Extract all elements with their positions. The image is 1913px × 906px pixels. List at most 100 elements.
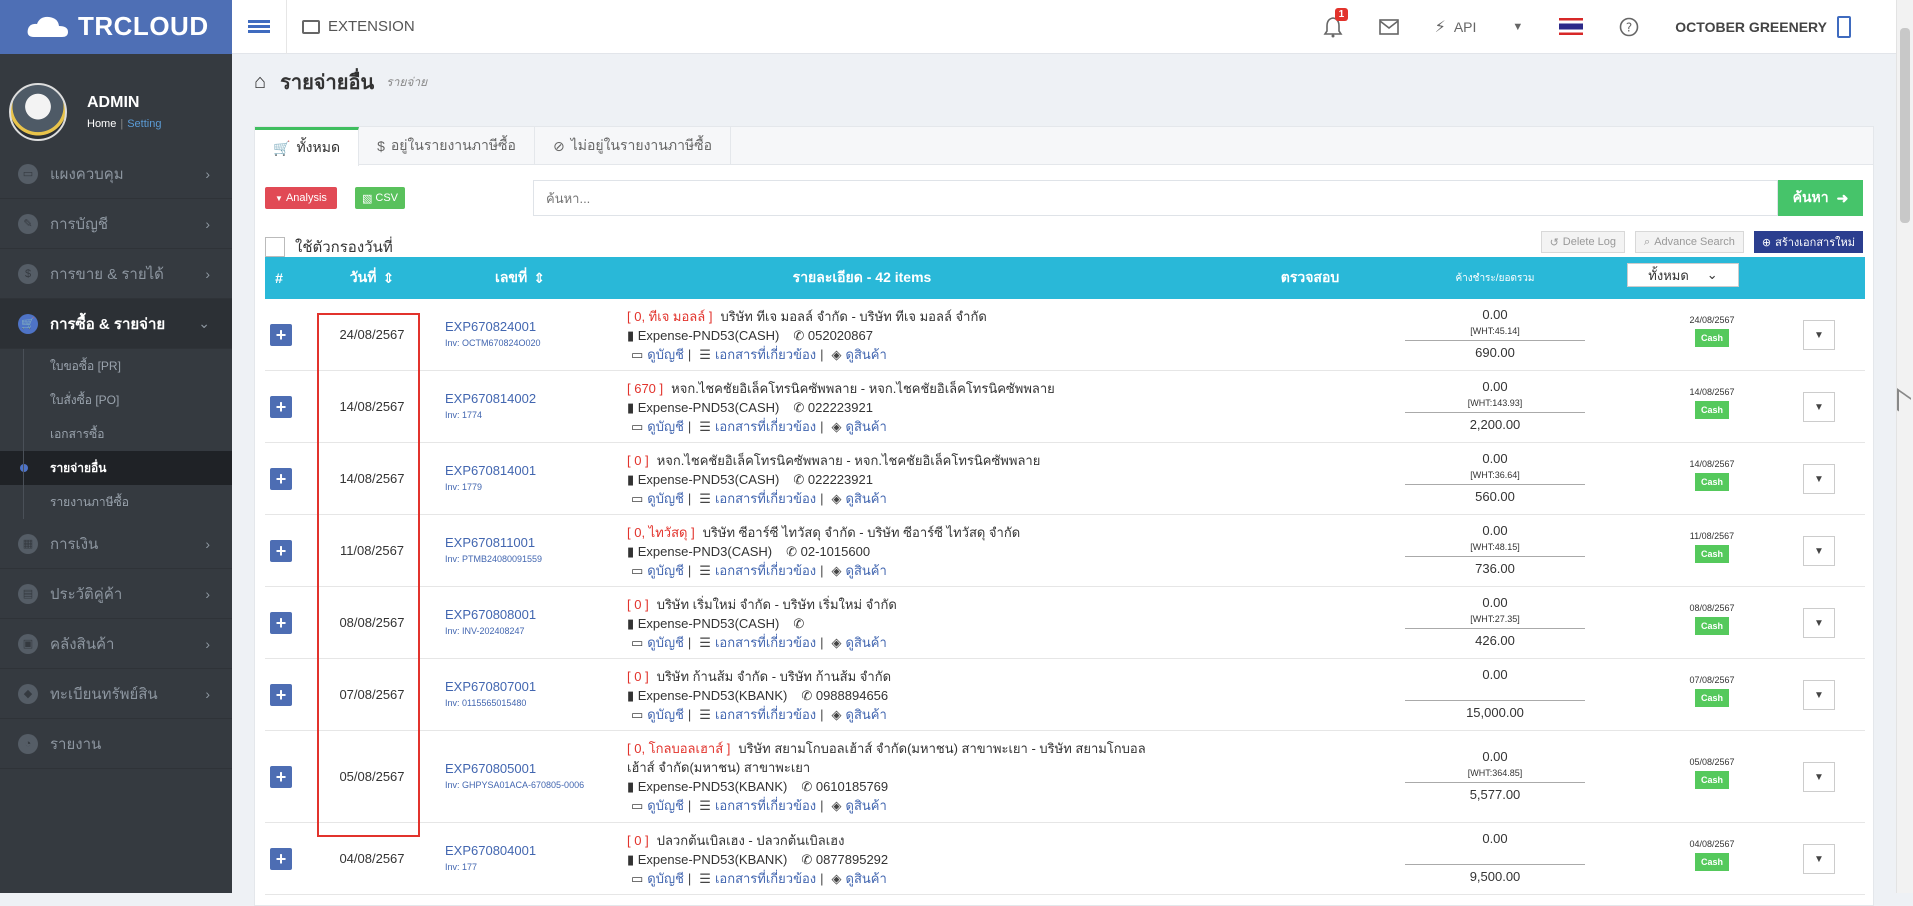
sidebar-item-label: การบัญชี [50,215,109,233]
view-account-link[interactable]: ดูบัญชี [647,347,684,362]
col-docno[interactable]: เลขที่ ⇕ [445,257,595,299]
sidebar-subitem-pr[interactable]: ใบขอซื้อ [PR] [0,349,232,383]
invoice-number: Inv: PTMB24080091559 [445,554,543,564]
doc-number-link[interactable]: EXP670804001 [445,843,595,858]
sidebar-item-dashboard[interactable]: ▭ แผงควบคุม › [0,149,232,199]
status-filter-select[interactable]: ทั้งหมด ⌄ [1627,263,1739,287]
related-docs-link[interactable]: เอกสารที่เกี่ยวข้อง [715,347,816,362]
related-docs-link[interactable]: เอกสารที่เกี่ยวข้อง [715,419,816,434]
view-account-link[interactable]: ดูบัญชี [647,491,684,506]
view-goods-link[interactable]: ดูสินค้า [846,871,887,886]
advance-search-button[interactable]: ⌕ Advance Search [1635,231,1744,253]
delete-log-button[interactable]: ↺ Delete Log [1540,231,1626,253]
list-icon: ☰ [699,418,711,434]
table-body: +24/08/2567 EXP670824001 Inv: OCTM670824O0… [265,299,1865,895]
sidebar-item-purchases[interactable]: 🛒 การซื้อ & รายจ่าย ⌄ [0,299,232,349]
expand-row-button[interactable]: + [270,684,292,706]
home-icon[interactable]: ⌂ [254,71,266,94]
row-actions-dropdown[interactable]: ▼ [1803,536,1835,566]
expand-row-button[interactable]: + [270,612,292,634]
related-docs-link[interactable]: เอกสารที่เกี่ยวข้อง [715,798,816,813]
search-input[interactable] [533,180,1778,216]
extension-button[interactable]: EXTENSION [287,0,415,54]
doc-number-link[interactable]: EXP670824001 [445,319,595,334]
caret-down-icon: ▼ [1814,689,1824,701]
sidebar-item-accounting[interactable]: ✎ การบัญชี › [0,199,232,249]
page-scrollbar[interactable] [1896,0,1913,893]
date-filter-checkbox[interactable] [265,237,285,257]
sidebar-subitem-tax-report[interactable]: รายงานภาษีซื้อ [0,485,232,519]
doc-number-link[interactable]: EXP670814002 [445,391,595,406]
sidebar-item-assets[interactable]: ◆ ทะเบียนทรัพย์สิน › [0,669,232,719]
view-account-link[interactable]: ดูบัญชี [647,563,684,578]
related-docs-link[interactable]: เอกสารที่เกี่ยวข้อง [715,491,816,506]
language-button[interactable] [1541,0,1601,54]
menu-toggle-button[interactable] [232,0,287,54]
row-actions-dropdown[interactable]: ▼ [1803,762,1835,792]
tab-not-in-tax-report[interactable]: ⊘ ไม่อยู่ในรายงานภาษีซื้อ [535,127,732,165]
view-account-link[interactable]: ดูบัญชี [647,419,684,434]
sidebar-item-contacts[interactable]: ▤ ประวัติคู่ค้า › [0,569,232,619]
doc-number-link[interactable]: EXP670814001 [445,463,595,478]
col-date[interactable]: วันที่ ⇕ [313,257,431,299]
sidebar-item-sales[interactable]: $ การขาย & รายได้ › [0,249,232,299]
analysis-button[interactable]: ▼ Analysis [265,187,337,209]
view-goods-link[interactable]: ดูสินค้า [846,419,887,434]
api-button[interactable]: ⚡ API [1417,0,1495,54]
search-button[interactable]: ค้นหา ➜ [1778,180,1863,216]
expand-row-button[interactable]: + [270,396,292,418]
api-dropdown[interactable]: ▼ [1494,0,1541,54]
scrollbar-thumb[interactable] [1900,28,1910,223]
status-filter-value: ทั้งหมด [1648,267,1689,283]
view-goods-link[interactable]: ดูสินค้า [846,798,887,813]
doc-number-link[interactable]: EXP670807001 [445,679,595,694]
delete-log-label: Delete Log [1562,236,1617,248]
sidebar-item-reports[interactable]: ◔ รายงาน [0,719,232,769]
help-button[interactable]: ? [1601,0,1657,54]
sidebar-subitem-purchase-docs[interactable]: เอกสารซื้อ [0,417,232,451]
notifications-button[interactable]: 1 [1305,0,1361,54]
row-actions-dropdown[interactable]: ▼ [1803,392,1835,422]
view-account-link[interactable]: ดูบัญชี [647,871,684,886]
row-actions-dropdown[interactable]: ▼ [1803,464,1835,494]
related-docs-link[interactable]: เอกสารที่เกี่ยวข้อง [715,707,816,722]
tab-all[interactable]: 🛒 ทั้งหมด [255,127,360,166]
view-account-link[interactable]: ดูบัญชี [647,798,684,813]
view-goods-link[interactable]: ดูสินค้า [846,563,887,578]
related-docs-link[interactable]: เอกสารที่เกี่ยวข้อง [715,563,816,578]
sidebar-subitem-po[interactable]: ใบสั่งซื้อ [PO] [0,383,232,417]
row-actions-dropdown[interactable]: ▼ [1803,680,1835,710]
company-selector[interactable]: OCTOBER GREENERY [1657,0,1896,54]
view-goods-link[interactable]: ดูสินค้า [846,491,887,506]
expand-row-button[interactable]: + [270,468,292,490]
doc-number-link[interactable]: EXP670808001 [445,607,595,622]
expand-row-button[interactable]: + [270,766,292,788]
sidebar-item-finance[interactable]: ▦ การเงิน › [0,519,232,569]
tab-in-tax-report[interactable]: $ อยู่ในรายงานภาษีซื้อ [359,127,535,165]
sidebar-subitem-other-expenses[interactable]: รายจ่ายอื่น [0,451,232,485]
view-account-link[interactable]: ดูบัญชี [647,707,684,722]
row-actions-dropdown[interactable]: ▼ [1803,844,1835,874]
logo[interactable]: TRCLOUD [0,0,232,54]
view-goods-link[interactable]: ดูสินค้า [846,347,887,362]
view-goods-link[interactable]: ดูสินค้า [846,635,887,650]
view-account-link[interactable]: ดูบัญชี [647,635,684,650]
vendor-code: [ 0 ] [627,452,649,468]
expand-row-button[interactable]: + [270,848,292,870]
mail-button[interactable] [1361,0,1417,54]
related-docs-link[interactable]: เอกสารที่เกี่ยวข้อง [715,871,816,886]
row-actions-dropdown[interactable]: ▼ [1803,320,1835,350]
doc-number-link[interactable]: EXP670811001 [445,535,595,550]
home-link[interactable]: Home [87,118,116,130]
csv-button[interactable]: ▧ CSV [355,187,405,209]
expand-row-button[interactable]: + [270,324,292,346]
create-document-button[interactable]: ⊕ สร้างเอกสารใหม่ [1753,231,1863,253]
related-docs-link[interactable]: เอกสารที่เกี่ยวข้อง [715,635,816,650]
view-goods-link[interactable]: ดูสินค้า [846,707,887,722]
expand-row-button[interactable]: + [270,540,292,562]
sidebar-item-inventory[interactable]: ▣ คลังสินค้า › [0,619,232,669]
date-filter-toggle[interactable]: ใช้ตัวกรองวันที่ [265,235,393,259]
setting-link[interactable]: Setting [127,118,161,130]
row-actions-dropdown[interactable]: ▼ [1803,608,1835,638]
doc-number-link[interactable]: EXP670805001 [445,761,595,776]
